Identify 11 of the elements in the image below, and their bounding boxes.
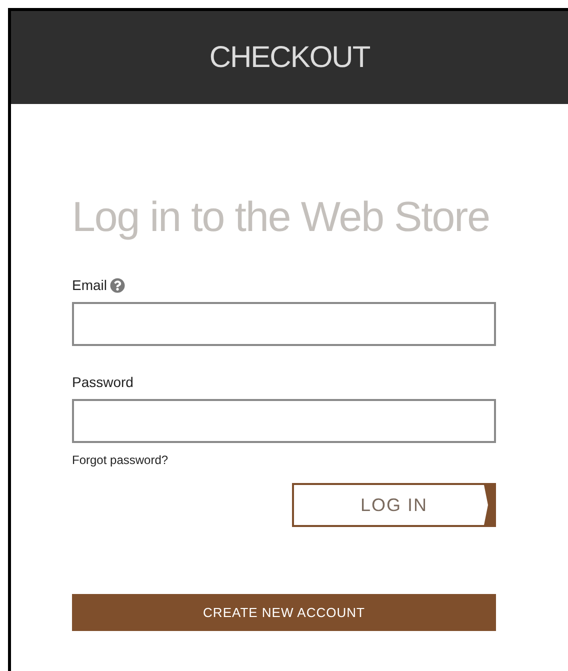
field-label: Password bbox=[72, 373, 134, 392]
create-account-button[interactable]: CREATE NEW ACCOUNT bbox=[72, 594, 496, 631]
forgot-password-link[interactable]: Forgot password? bbox=[72, 451, 508, 469]
input-field[interactable] bbox=[72, 399, 496, 443]
field-label: Email bbox=[72, 276, 108, 295]
chevron-icon bbox=[484, 485, 494, 525]
input-field[interactable] bbox=[72, 302, 496, 346]
header-title: CHECKOUT bbox=[209, 40, 370, 76]
page-heading: Log in to the Web Store bbox=[72, 196, 491, 238]
login-button[interactable]: LOG IN bbox=[292, 483, 496, 527]
help-icon[interactable] bbox=[110, 278, 126, 293]
